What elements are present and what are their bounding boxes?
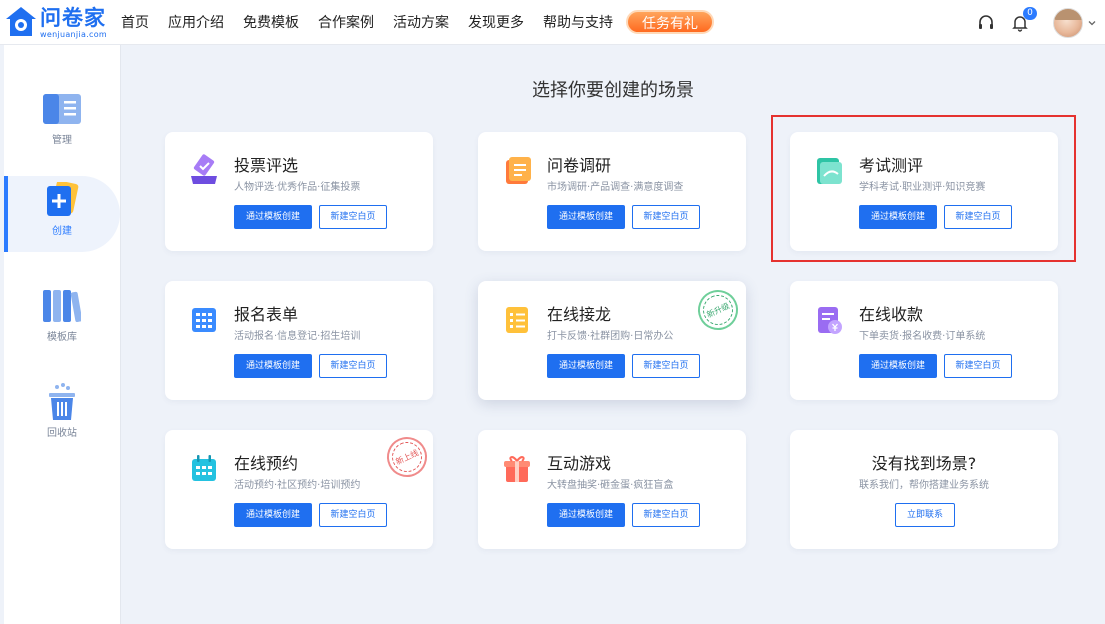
new-launch-stamp: 新上线 — [380, 430, 434, 484]
create-from-template-button[interactable]: 通过模板创建 — [547, 205, 625, 229]
sidebar-item-create[interactable]: 创建 — [4, 176, 120, 252]
contact-card-subtitle: 联系我们，帮你搭建业务系统 — [859, 480, 989, 491]
highlight-box — [771, 115, 1076, 262]
create-blank-button[interactable]: 新建空白页 — [319, 503, 387, 527]
contact-us-card: 没有找到场景? 联系我们，帮你搭建业务系统 立即联系 — [790, 430, 1058, 549]
scene-card-vote: 投票评选 人物评选·优秀作品·征集投票 通过模板创建 新建空白页 — [165, 132, 433, 251]
headset-icon[interactable] — [973, 10, 999, 36]
scene-card-relay: 新升级 在线接龙 打卡反馈·社群团购·日常办公 通过模板创建 新建空白页 — [478, 281, 746, 400]
scene-card-payment: 在线收款 下单卖货·报名收费·订单系统 通过模板创建 新建空白页 — [790, 281, 1058, 400]
create-from-template-button[interactable]: 通过模板创建 — [859, 354, 937, 378]
sidebar-item-label: 创建 — [52, 226, 72, 237]
scene-card-signup-form: 报名表单 活动报名·信息登记·招生培训 通过模板创建 新建空白页 — [165, 281, 433, 400]
panel-icon — [42, 89, 82, 129]
nav-cases[interactable]: 合作案例 — [318, 12, 374, 32]
card-subtitle: 人物评选·优秀作品·征集投票 — [234, 182, 361, 193]
card-title: 在线接龙 — [547, 305, 612, 324]
card-subtitle: 大转盘抽奖·砸金蛋·疯狂盲盒 — [547, 480, 674, 491]
page-title: 选择你要创建的场景 — [532, 80, 694, 101]
scene-card-game: 互动游戏 大转盘抽奖·砸金蛋·疯狂盲盒 通过模板创建 新建空白页 — [478, 430, 746, 549]
survey-icon — [502, 154, 532, 188]
nav-events[interactable]: 活动方案 — [393, 12, 449, 32]
vote-icon — [189, 154, 219, 188]
gift-box-icon — [502, 452, 532, 486]
scene-card-booking: 新上线 在线预约 活动预约·社区预约·培训预约 通过模板创建 新建空白页 — [165, 430, 434, 549]
create-blank-button[interactable]: 新建空白页 — [319, 354, 387, 378]
contact-now-button[interactable]: 立即联系 — [895, 503, 955, 527]
sidebar-item-manage[interactable]: 管理 — [4, 85, 120, 161]
logo[interactable]: 问卷家 wenjuanjia.com — [4, 2, 114, 42]
create-blank-button[interactable]: 新建空白页 — [944, 354, 1012, 378]
card-subtitle: 活动报名·信息登记·招生培训 — [234, 331, 361, 342]
main-nav: 首页 应用介绍 免费模板 合作案例 活动方案 发现更多 帮助与支持 任务有礼 — [121, 10, 714, 34]
card-subtitle: 打卡反馈·社群团购·日常办公 — [547, 331, 674, 342]
library-books-icon — [42, 286, 82, 326]
sidebar-item-label: 回收站 — [47, 428, 77, 439]
bell-icon[interactable]: 0 — [1007, 6, 1037, 36]
contact-card-title: 没有找到场景? — [871, 454, 977, 473]
logo-name: 问卷家 — [40, 5, 106, 30]
signup-form-icon — [189, 303, 219, 337]
create-plus-icon — [42, 180, 82, 220]
new-upgrade-stamp: 新升级 — [691, 283, 745, 337]
create-from-template-button[interactable]: 通过模板创建 — [234, 205, 312, 229]
payment-icon — [814, 303, 844, 337]
chevron-down-icon[interactable] — [1085, 18, 1099, 28]
card-title: 在线预约 — [234, 454, 299, 473]
calendar-icon — [189, 452, 219, 486]
create-blank-button[interactable]: 新建空白页 — [632, 503, 700, 527]
create-from-template-button[interactable]: 通过模板创建 — [547, 503, 625, 527]
nav-discover[interactable]: 发现更多 — [468, 12, 524, 32]
logo-domain: wenjuanjia.com — [40, 29, 107, 39]
nav-app-intro[interactable]: 应用介绍 — [168, 12, 224, 32]
card-title: 报名表单 — [234, 305, 299, 324]
trash-bin-icon — [42, 382, 82, 422]
sidebar: 管理 创建 模板库 回收站 — [4, 45, 121, 624]
avatar[interactable] — [1053, 7, 1083, 38]
scene-card-survey: 问卷调研 市场调研·产品调查·满意度调查 通过模板创建 新建空白页 — [478, 132, 746, 251]
sidebar-item-label: 模板库 — [47, 332, 77, 343]
sidebar-item-recycle-bin[interactable]: 回收站 — [4, 378, 120, 454]
relay-list-icon — [502, 303, 532, 337]
create-from-template-button[interactable]: 通过模板创建 — [234, 354, 312, 378]
create-from-template-button[interactable]: 通过模板创建 — [547, 354, 625, 378]
promo-task-button[interactable]: 任务有礼 — [626, 10, 714, 34]
create-blank-button[interactable]: 新建空白页 — [319, 205, 387, 229]
sidebar-item-template-library[interactable]: 模板库 — [4, 282, 120, 358]
card-subtitle: 活动预约·社区预约·培训预约 — [234, 480, 361, 491]
card-title: 互动游戏 — [547, 454, 612, 473]
card-title: 投票评选 — [234, 156, 299, 175]
create-blank-button[interactable]: 新建空白页 — [632, 205, 700, 229]
create-from-template-button[interactable]: 通过模板创建 — [234, 503, 312, 527]
stamp-label: 新升级 — [698, 290, 738, 330]
card-title: 问卷调研 — [547, 156, 612, 175]
nav-help[interactable]: 帮助与支持 — [543, 12, 613, 32]
notification-count-badge: 0 — [1023, 6, 1037, 20]
nav-home[interactable]: 首页 — [121, 12, 149, 32]
create-blank-button[interactable]: 新建空白页 — [632, 354, 700, 378]
logo-house-icon — [4, 5, 38, 39]
card-subtitle: 下单卖货·报名收费·订单系统 — [859, 331, 986, 342]
top-navigation-bar: 问卷家 wenjuanjia.com 首页 应用介绍 免费模板 合作案例 活动方… — [0, 0, 1105, 45]
card-subtitle: 市场调研·产品调查·满意度调查 — [547, 182, 684, 193]
stamp-label: 新上线 — [387, 437, 427, 477]
nav-free-templates[interactable]: 免费模板 — [243, 12, 299, 32]
sidebar-item-label: 管理 — [52, 135, 72, 146]
card-title: 在线收款 — [859, 305, 924, 324]
